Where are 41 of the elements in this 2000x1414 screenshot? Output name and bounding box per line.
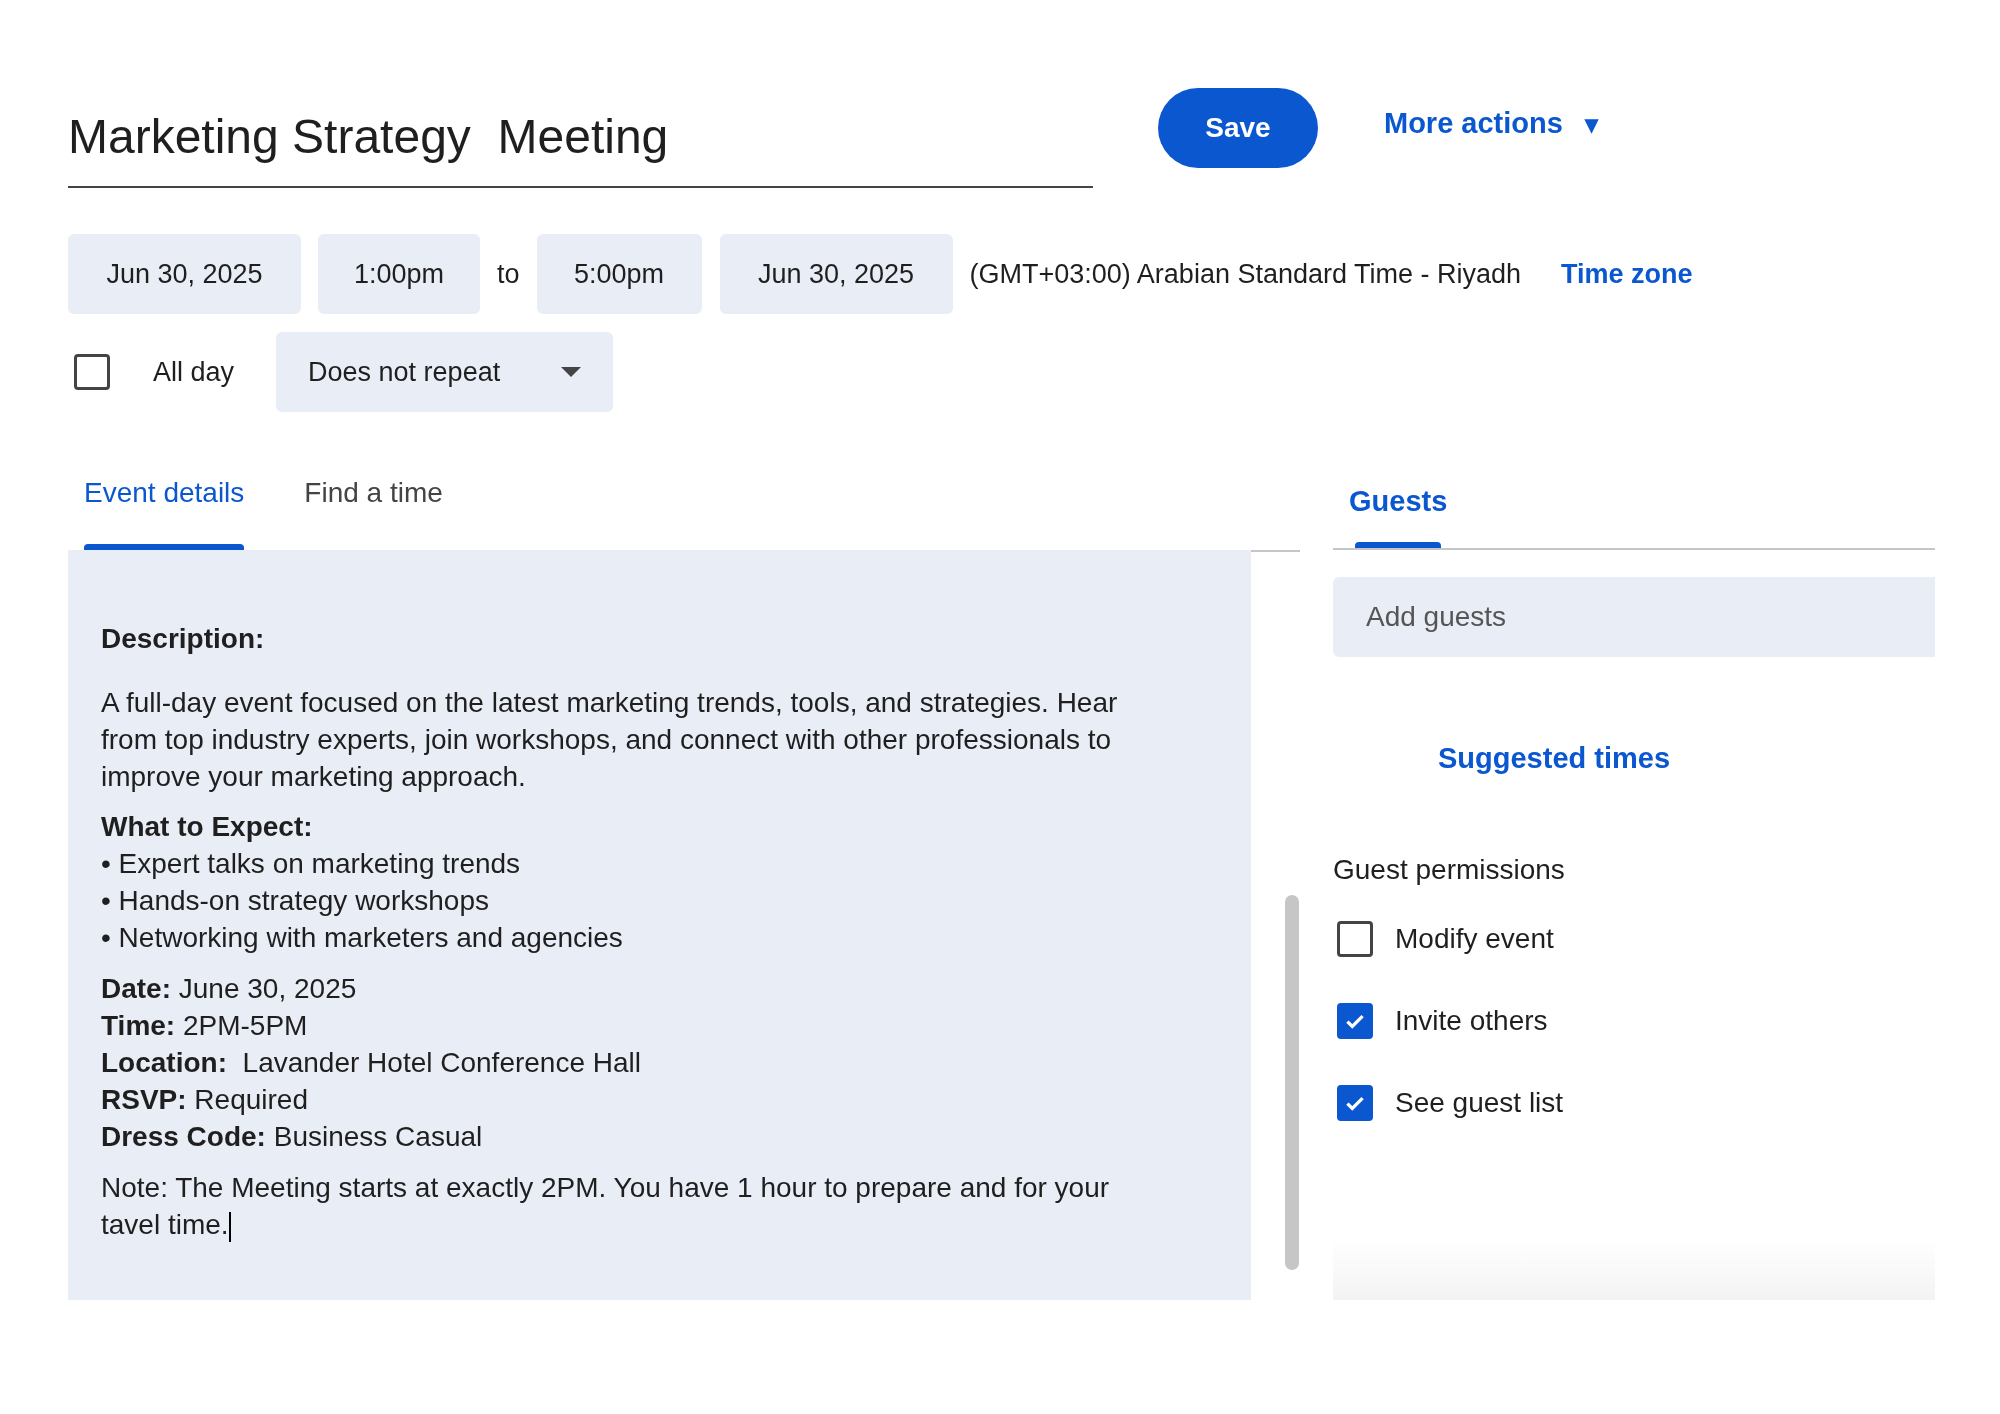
text-cursor	[228, 1211, 231, 1242]
add-guests-field[interactable]: Add guests	[1333, 577, 1935, 657]
permission-checkbox[interactable]	[1337, 920, 1373, 957]
time-zone-link[interactable]: Time zone	[1561, 253, 1693, 295]
start-date-field[interactable]: Jun 30, 2025	[68, 234, 301, 314]
detail-line: Location: Lavander Hotel Conference Hall	[101, 1046, 641, 1080]
all-day-checkbox[interactable]	[74, 354, 110, 390]
title-field[interactable]: Marketing Strategy Meeting	[68, 88, 1093, 188]
detail-line: Date: June 30, 2025	[101, 972, 357, 1006]
guests-tab[interactable]: Guests	[1349, 466, 1448, 548]
permission-label: See guest list	[1395, 1085, 1564, 1120]
tab[interactable]: Event details	[84, 468, 245, 550]
permission-checkbox[interactable]	[1337, 1002, 1373, 1039]
bullet-item: • Expert talks on marketing trends	[101, 847, 521, 881]
description-heading: Description:	[101, 622, 265, 656]
guest-permissions-heading: Guest permissions	[1333, 852, 1565, 887]
permission-label: Invite others	[1395, 1003, 1548, 1038]
scrollbar[interactable]	[1285, 895, 1299, 1270]
all-day-label: All day	[153, 355, 235, 389]
repeat-dropdown[interactable]: Does not repeat	[276, 332, 614, 412]
end-date-field[interactable]: Jun 30, 2025	[719, 234, 953, 314]
end-time-field[interactable]: 5:00pm	[536, 234, 702, 314]
permission-label: Modify event	[1395, 921, 1554, 956]
more-actions-button[interactable]: More actions ▾	[1384, 104, 1598, 144]
to-label: to	[497, 257, 520, 291]
detail-line: RSVP: Required	[101, 1083, 308, 1117]
permission-checkbox[interactable]	[1337, 1084, 1373, 1121]
bullet-item: • Hands-on strategy workshops	[101, 884, 489, 918]
start-time-field[interactable]: 1:00pm	[318, 234, 480, 314]
save-button[interactable]: Save	[1158, 88, 1318, 168]
caret-icon	[561, 367, 582, 377]
tab[interactable]: Find a time	[304, 468, 443, 550]
description-paragraph: A full-day event focused on the latest marketing trends, tools, and strategies. Hear from top industry experts, join workshops, and connect with other professionals to improve your marketing approach.	[101, 686, 1119, 794]
detail-line: Dress Code: Business Casual	[101, 1120, 483, 1154]
bullet-item: • Networking with marketers and agencies	[101, 921, 623, 955]
note-text: Note: The Meeting starts at exactly 2PM. You have 1 hour to prepare and for your tavel time.	[101, 1171, 1111, 1243]
expect-heading: What to Expect:	[101, 810, 313, 844]
detail-line: Time: 2PM-5PM	[101, 1009, 308, 1043]
suggested-times-link[interactable]: Suggested times	[1438, 737, 1671, 781]
description-editor[interactable]	[68, 550, 1251, 1300]
time-zone-text: (GMT+03:00) Arabian Standard Time - Riyadh	[969, 257, 1522, 291]
